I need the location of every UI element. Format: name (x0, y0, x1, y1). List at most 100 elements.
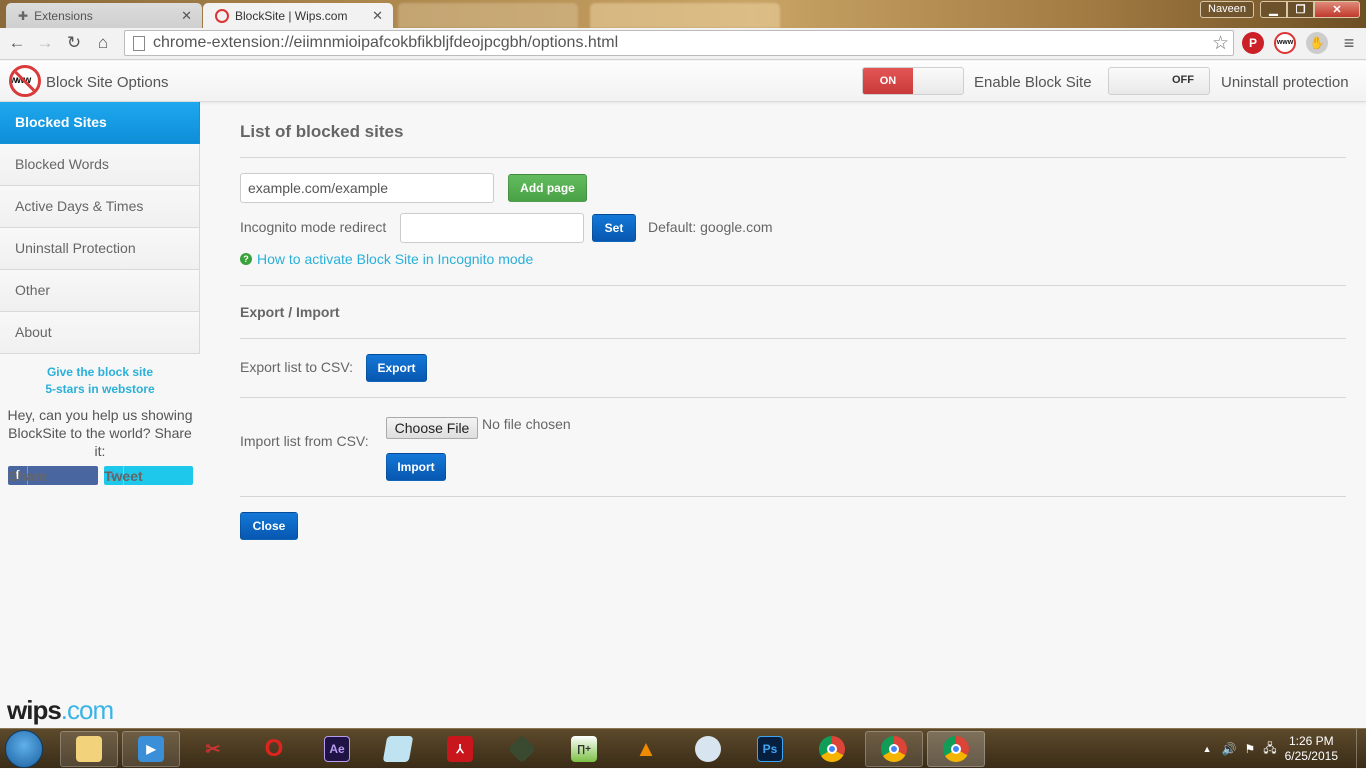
taskbar-opera[interactable]: O (245, 731, 303, 767)
taskbar-notepad-plus-plus[interactable]: ∏+ (555, 731, 613, 767)
background-window (590, 3, 780, 28)
incognito-help-link[interactable]: ? How to activate Block Site in Incognit… (240, 251, 533, 267)
blocksite-extension-icon[interactable]: www (1274, 32, 1296, 54)
promo-box: Give the block site 5-stars in webstore … (0, 364, 200, 460)
url-text[interactable]: chrome-extension://eiimnmioipafcokbfikbl… (153, 34, 1212, 52)
network-icon[interactable]: 🖧 (1263, 739, 1276, 760)
clock[interactable]: 1:26 PM 6/25/2015 (1285, 734, 1338, 764)
sidebar-nav: Blocked Sites Blocked Words Active Days … (0, 102, 200, 354)
taskbar-vlc[interactable]: ▲ (617, 731, 675, 767)
taskbar-media-player[interactable]: ▶ (122, 731, 180, 767)
blocked-site-input[interactable]: example.com/example (240, 173, 494, 203)
add-page-button[interactable]: Add page (508, 174, 587, 202)
export-button[interactable]: Export (366, 354, 427, 382)
rate-link-line1[interactable]: Give the block site (0, 364, 200, 381)
chrome-icon (819, 736, 845, 762)
forward-button[interactable]: → (34, 32, 56, 54)
no-file-chosen-text: No file chosen (482, 416, 571, 432)
tab-blocksite[interactable]: BlockSite | Wips.com ✕ (203, 3, 393, 28)
chrome-icon (881, 736, 907, 762)
export-import-heading: Export / Import (240, 304, 340, 320)
taskbar-after-effects[interactable]: Ae (308, 731, 366, 767)
tweet-button[interactable]: 🐦 Tweet (104, 466, 193, 485)
home-button[interactable]: ⌂ (92, 32, 114, 54)
blocksite-icon (215, 8, 229, 23)
incognito-redirect-input[interactable] (400, 213, 584, 243)
taskbar-app-green[interactable] (493, 731, 551, 767)
show-hidden-icons[interactable]: ▲ (1203, 744, 1212, 754)
taskbar-notepad[interactable] (369, 731, 427, 767)
bookmark-star-icon[interactable]: ☆ (1212, 32, 1229, 55)
close-tab-icon[interactable]: ✕ (181, 8, 192, 24)
share-label: Share (8, 467, 47, 484)
sidebar-item-active-days-times[interactable]: Active Days & Times (0, 186, 200, 228)
profile-button[interactable]: Naveen (1200, 1, 1254, 18)
minimize-button[interactable]: ▁ (1260, 1, 1287, 18)
toggle-on-label: ON (863, 68, 913, 94)
browser-toolbar: ← → ↻ ⌂ chrome-extension://eiimnmioipafc… (0, 28, 1366, 60)
pinterest-icon[interactable]: P (1242, 32, 1264, 54)
window-titlebar: ✚ Extensions ✕ BlockSite | Wips.com ✕ Na… (0, 0, 1366, 28)
action-center-flag-icon[interactable]: ⚑ (1244, 742, 1255, 756)
help-link-text[interactable]: How to activate Block Site in Incognito … (257, 251, 533, 267)
clock-date: 6/25/2015 (1284, 749, 1338, 763)
sidebar-item-other[interactable]: Other (0, 270, 200, 312)
sidebar-item-uninstall-protection[interactable]: Uninstall Protection (0, 228, 200, 270)
start-button[interactable] (5, 730, 43, 768)
opera-icon: O (264, 735, 284, 762)
maximize-button[interactable]: ❐ (1287, 1, 1314, 18)
wips-domain: .com (60, 695, 114, 725)
menu-icon[interactable]: ≡ (1338, 32, 1360, 54)
tab-extensions[interactable]: ✚ Extensions ✕ (6, 3, 202, 28)
chrome-icon (943, 736, 969, 762)
app-icon (507, 734, 537, 764)
after-effects-icon: Ae (324, 736, 350, 762)
taskbar-file-explorer[interactable] (60, 731, 118, 767)
taskbar-snipping-tool[interactable]: ✂ (184, 731, 242, 767)
vlc-icon: ▲ (635, 736, 657, 761)
divider (240, 397, 1346, 398)
show-desktop-button[interactable] (1356, 729, 1366, 769)
taskbar-chrome-window-2[interactable] (927, 731, 985, 767)
choose-file-button[interactable]: Choose File (386, 417, 478, 439)
new-tab-button[interactable] (398, 3, 578, 28)
app-title: Block Site Options (46, 74, 169, 91)
acrobat-icon: ⅄ (447, 736, 473, 762)
sidebar-item-blocked-words[interactable]: Blocked Words (0, 144, 200, 186)
help-icon: ? (240, 253, 252, 265)
clock-time: 1:26 PM (1288, 734, 1334, 748)
address-bar[interactable]: chrome-extension://eiimnmioipafcokbfikbl… (124, 30, 1234, 56)
taskbar-photoshop[interactable]: Ps (741, 731, 799, 767)
close-button[interactable]: Close (240, 512, 298, 540)
taskbar-chrome-window-1[interactable] (865, 731, 923, 767)
taskbar-paint[interactable] (679, 731, 737, 767)
divider (240, 496, 1346, 497)
enable-block-site-toggle[interactable]: ON (862, 67, 964, 95)
paint-palette-icon (695, 736, 721, 762)
tab-label: Extensions (34, 8, 93, 23)
taskbar-chrome[interactable] (803, 731, 861, 767)
volume-icon[interactable]: 🔊 (1222, 742, 1237, 756)
sidebar-item-about[interactable]: About (0, 312, 200, 354)
set-button[interactable]: Set (592, 214, 636, 242)
taskbar-acrobat-reader[interactable]: ⅄ (431, 731, 489, 767)
app-header: www Block Site Options ON Enable Block S… (0, 61, 1366, 102)
reload-button[interactable]: ↻ (63, 32, 85, 54)
rate-link-line2[interactable]: 5-stars in webstore (0, 381, 200, 398)
photoshop-icon: Ps (757, 736, 783, 762)
wips-logo[interactable]: wips.com (7, 695, 114, 726)
media-player-icon: ▶ (138, 736, 164, 762)
facebook-share-button[interactable]: f Share (8, 466, 98, 485)
sidebar-item-blocked-sites[interactable]: Blocked Sites (0, 102, 200, 144)
import-button[interactable]: Import (386, 453, 446, 481)
uninstall-protection-toggle[interactable]: OFF (1108, 67, 1210, 95)
notepad-plus-plus-icon: ∏+ (571, 736, 597, 762)
notepad-icon (382, 736, 414, 762)
wips-brand: wips (7, 695, 62, 725)
close-tab-icon[interactable]: ✕ (372, 8, 383, 24)
adblock-icon[interactable]: ✋ (1306, 32, 1328, 54)
scissors-icon: ✂ (205, 738, 221, 759)
back-button[interactable]: ← (6, 32, 28, 54)
close-window-button[interactable]: ✕ (1314, 1, 1360, 18)
tab-label: BlockSite | Wips.com (235, 8, 348, 23)
